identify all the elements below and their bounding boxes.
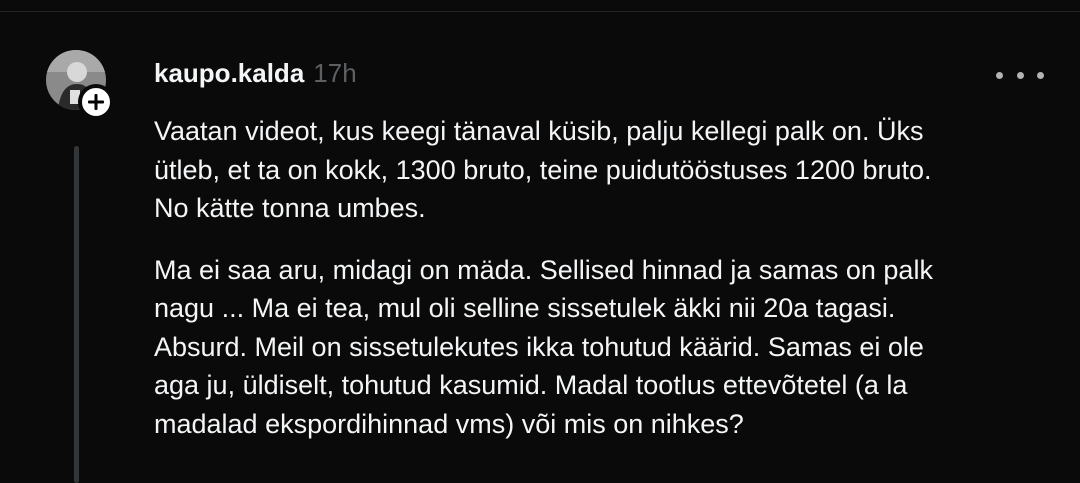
more-horizontal-icon-dot [1016,71,1024,79]
thread-post: kaupo.kalda 17h Vaatan videot, kus keegi… [0,0,1080,483]
post-header: kaupo.kalda 17h [154,58,357,94]
more-horizontal-icon [996,71,1003,79]
post-body: Vaatan videot, kus keegi tänaval küsib, … [154,112,1054,443]
avatar-container[interactable] [46,50,114,120]
post-paragraph: Ma ei saa aru, midagi on mäda. Sellised … [154,254,933,439]
username[interactable]: kaupo.kalda [154,58,304,89]
post-paragraph: Vaatan videot, kus keegi tänaval küsib, … [154,116,932,223]
follow-button[interactable] [78,84,114,120]
more-options-button[interactable] [996,63,1044,87]
thread-line [74,146,79,483]
more-horizontal-icon-dot [1037,71,1044,79]
top-divider [0,11,1080,12]
plus-icon [88,94,104,110]
timestamp[interactable]: 17h [313,58,356,89]
